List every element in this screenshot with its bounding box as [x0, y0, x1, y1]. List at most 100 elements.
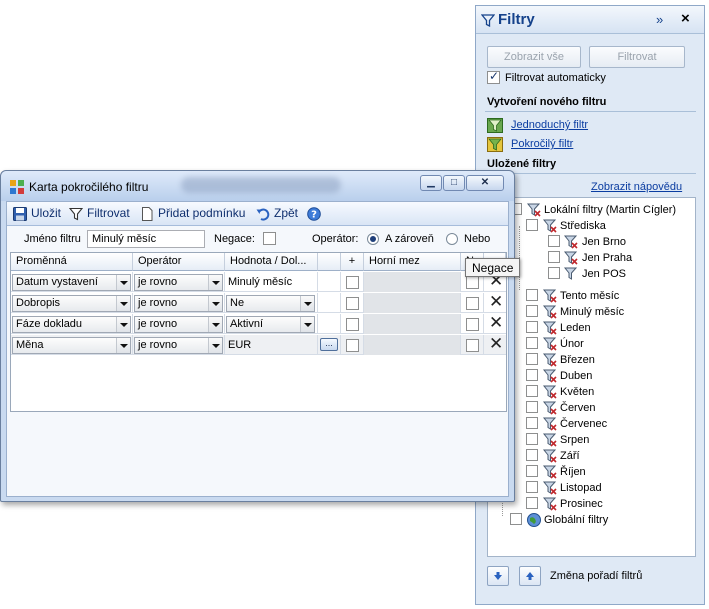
chevron-down-icon[interactable]	[300, 296, 314, 311]
column-header[interactable]: Operátor	[133, 253, 225, 271]
node-checkbox[interactable]	[526, 321, 538, 333]
show-help-link[interactable]: Zobrazit nápovědu	[591, 181, 682, 193]
dialog-body: Uložit Filtrovat Přidat podmínku Zpět ? …	[6, 201, 509, 497]
chevron-down-icon[interactable]	[116, 338, 130, 353]
column-header[interactable]	[318, 253, 341, 271]
range-checkbox[interactable]	[346, 339, 359, 352]
operator-select[interactable]: je rovno	[134, 274, 223, 291]
node-checkbox[interactable]	[526, 219, 538, 231]
range-checkbox[interactable]	[346, 318, 359, 331]
value-text: Aktivní	[230, 318, 264, 330]
delete-row-icon[interactable]: ✕	[489, 293, 503, 311]
double-chevron-right-icon[interactable]: »	[656, 12, 663, 27]
node-label: Červenec	[560, 418, 608, 430]
node-checkbox[interactable]	[526, 497, 538, 509]
node-checkbox[interactable]	[526, 369, 538, 381]
node-checkbox[interactable]	[526, 385, 538, 397]
chevron-down-icon[interactable]	[116, 317, 130, 332]
operator-select[interactable]: je rovno	[134, 316, 223, 333]
node-checkbox[interactable]	[526, 481, 538, 493]
node-label: Září	[560, 450, 580, 462]
column-header[interactable]: Horní mez	[364, 253, 461, 271]
table-row[interactable]: Fáze dokladu je rovno Aktivní ✕	[11, 314, 506, 334]
column-header[interactable]: +	[341, 253, 364, 271]
funnel-icon	[481, 14, 495, 27]
value-text[interactable]: EUR	[228, 339, 251, 351]
window-close-button[interactable]: ✕	[466, 175, 504, 191]
negation-row-checkbox[interactable]	[466, 318, 479, 331]
range-checkbox[interactable]	[346, 297, 359, 310]
chevron-down-icon[interactable]	[208, 275, 222, 290]
or-label: Nebo	[464, 233, 491, 245]
node-checkbox[interactable]	[526, 417, 538, 429]
chevron-down-icon[interactable]	[208, 296, 222, 311]
chevron-down-icon[interactable]	[116, 275, 130, 290]
variable-select[interactable]: Měna	[12, 337, 131, 354]
node-label: Tento měsíc	[560, 290, 620, 302]
delete-row-icon[interactable]: ✕	[489, 314, 503, 332]
node-checkbox[interactable]	[526, 305, 538, 317]
node-checkbox[interactable]	[548, 267, 560, 279]
upper-bound-cell	[364, 293, 461, 313]
chevron-down-icon[interactable]	[116, 296, 130, 311]
value-select[interactable]: Ne	[226, 295, 315, 312]
arrow-down-icon	[494, 572, 502, 580]
user-filter-icon	[526, 203, 541, 217]
node-checkbox[interactable]	[526, 289, 538, 301]
conditions-grid: Proměnná Operátor Hodnota / Dol... + Hor…	[10, 252, 507, 412]
node-checkbox[interactable]	[526, 433, 538, 445]
saved-filters-tree[interactable]: Lokální filtry (Martin Cígler) Střediska…	[487, 197, 696, 557]
move-up-button[interactable]	[519, 566, 541, 586]
table-row[interactable]: Dobropis je rovno Ne ✕	[11, 293, 506, 313]
chevron-down-icon[interactable]	[300, 317, 314, 332]
node-checkbox[interactable]	[548, 251, 560, 263]
range-checkbox[interactable]	[346, 276, 359, 289]
node-checkbox[interactable]	[510, 513, 522, 525]
and-label: A zároveň	[385, 233, 434, 245]
minimize-button[interactable]: ▁	[420, 175, 442, 191]
delete-row-icon[interactable]: ✕	[489, 335, 503, 353]
variable-value: Měna	[16, 339, 44, 351]
variable-select[interactable]: Datum vystavení	[12, 274, 131, 291]
dialog-title-bar[interactable]: Karta pokročilého filtru ▁ □ ✕	[1, 171, 514, 201]
table-row[interactable]: Měna je rovno EUR ... ✕	[11, 335, 506, 355]
negation-checkbox[interactable]	[263, 232, 276, 245]
move-down-button[interactable]	[487, 566, 509, 586]
auto-filter-checkbox[interactable]	[487, 69, 500, 84]
chevron-down-icon[interactable]	[208, 317, 222, 332]
add-condition-label: Přidat podmínku	[158, 206, 246, 220]
node-checkbox[interactable]	[548, 235, 560, 247]
filter-name-input[interactable]: Minulý měsíc	[87, 230, 205, 248]
table-row[interactable]: Datum vystavení je rovno Minulý měsíc ✕	[11, 272, 506, 292]
filter-icon	[542, 417, 557, 431]
column-header[interactable]: Hodnota / Dol...	[225, 253, 318, 271]
negation-label: Negace:	[214, 233, 255, 245]
node-checkbox[interactable]	[526, 401, 538, 413]
and-radio[interactable]	[367, 233, 379, 245]
filter-button[interactable]: Filtrovat	[589, 46, 685, 68]
simple-filter-label[interactable]: Jednoduchý filtr	[511, 119, 588, 131]
variable-select[interactable]: Fáze dokladu	[12, 316, 131, 333]
ellipsis-button[interactable]: ...	[320, 338, 338, 351]
advanced-filter-label[interactable]: Pokročilý filtr	[511, 138, 573, 150]
variable-select[interactable]: Dobropis	[12, 295, 131, 312]
operator-select[interactable]: je rovno	[134, 295, 223, 312]
node-checkbox[interactable]	[526, 465, 538, 477]
operator-select[interactable]: je rovno	[134, 337, 223, 354]
close-icon[interactable]: ×	[681, 10, 690, 27]
negation-row-checkbox[interactable]	[466, 339, 479, 352]
negation-row-checkbox[interactable]	[466, 276, 479, 289]
maximize-button[interactable]: □	[443, 175, 465, 191]
column-header[interactable]: Proměnná	[11, 253, 133, 271]
value-text[interactable]: Minulý měsíc	[228, 276, 292, 288]
node-checkbox[interactable]	[526, 449, 538, 461]
value-select[interactable]: Aktivní	[226, 316, 315, 333]
section-divider	[485, 111, 696, 112]
node-label: Střediska	[560, 220, 606, 232]
chevron-down-icon[interactable]	[208, 338, 222, 353]
show-all-button[interactable]: Zobrazit vše	[487, 46, 581, 68]
or-radio[interactable]	[446, 233, 458, 245]
node-checkbox[interactable]	[526, 353, 538, 365]
negation-row-checkbox[interactable]	[466, 297, 479, 310]
node-checkbox[interactable]	[526, 337, 538, 349]
